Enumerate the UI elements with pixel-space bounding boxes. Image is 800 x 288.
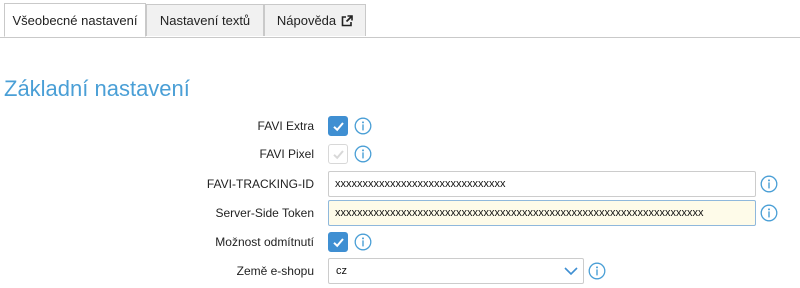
server-token-input[interactable] <box>328 200 756 226</box>
country-select[interactable]: cz <box>328 258 584 284</box>
form-row-country: Země e-shopu cz <box>0 258 800 284</box>
form-row-favi-extra: FAVI Extra <box>0 113 800 139</box>
checkmark-icon <box>332 149 344 159</box>
info-icon[interactable] <box>354 117 372 135</box>
tab-text-settings[interactable]: Nastavení textů <box>146 4 264 36</box>
favi-pixel-label: FAVI Pixel <box>259 147 314 161</box>
form-row-tracking-id: FAVI-TRACKING-ID <box>0 171 800 197</box>
tab-label: Všeobecné nastavení <box>12 12 138 28</box>
country-label: Země e-shopu <box>236 264 314 278</box>
info-icon[interactable] <box>354 233 372 251</box>
tab-general-settings[interactable]: Všeobecné nastavení <box>4 3 146 37</box>
opt-out-checkbox[interactable] <box>328 232 348 252</box>
form-row-server-token: Server-Side Token <box>0 200 800 226</box>
tracking-id-input[interactable] <box>328 171 756 197</box>
info-icon[interactable] <box>588 262 606 280</box>
tab-help[interactable]: Nápověda <box>264 4 366 36</box>
info-icon[interactable] <box>354 145 372 163</box>
external-link-icon <box>341 14 353 27</box>
checkmark-icon <box>332 237 344 247</box>
opt-out-label: Možnost odmítnutí <box>215 235 314 249</box>
tab-label: Nastavení textů <box>159 13 251 28</box>
favi-pixel-checkbox[interactable] <box>328 144 348 164</box>
tab-bar: Všeobecné nastavení Nastavení textů Nápo… <box>0 0 800 38</box>
form-row-opt-out: Možnost odmítnutí <box>0 229 800 255</box>
favi-extra-label: FAVI Extra <box>257 119 314 133</box>
checkmark-icon <box>332 121 344 131</box>
form-row-favi-pixel: FAVI Pixel <box>0 141 800 167</box>
section-title: Základní nastavení <box>4 76 190 101</box>
tab-label: Nápověda <box>276 13 337 28</box>
server-token-label: Server-Side Token <box>215 206 315 220</box>
settings-page: Všeobecné nastavení Nastavení textů Nápo… <box>0 0 800 288</box>
favi-extra-checkbox[interactable] <box>328 116 348 136</box>
country-select-value: cz <box>336 265 347 277</box>
info-icon[interactable] <box>760 175 778 193</box>
tracking-id-label: FAVI-TRACKING-ID <box>206 177 314 191</box>
info-icon[interactable] <box>760 204 778 222</box>
chevron-down-icon <box>564 267 578 276</box>
